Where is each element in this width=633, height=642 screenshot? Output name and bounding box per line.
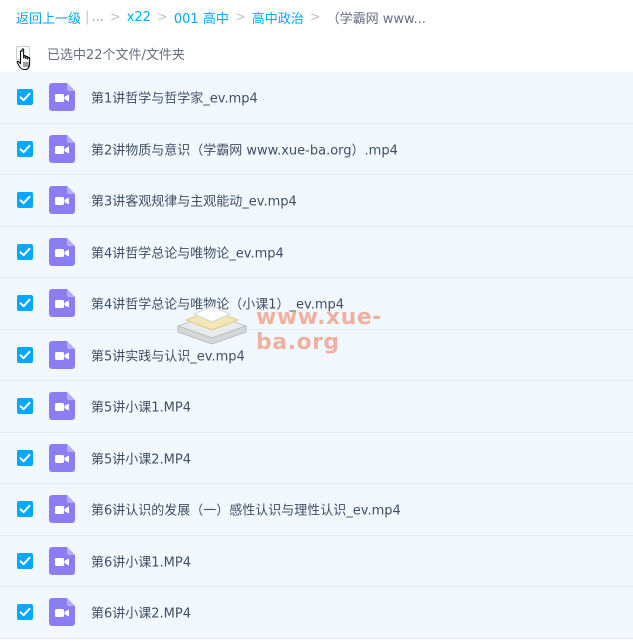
file-name[interactable]: 第3讲客观规律与主观能动_ev.mp4	[91, 191, 297, 210]
file-row[interactable]: 第4讲哲学总论与唯物论_ev.mp4	[0, 226, 633, 278]
check-icon[interactable]	[17, 501, 33, 518]
breadcrumb-chevron: >	[309, 9, 321, 25]
file-name[interactable]: 第6讲认识的发展（一）感性认识与理性认识_ev.mp4	[91, 500, 401, 519]
file-row[interactable]: 第5讲小课2.MP4	[0, 432, 633, 484]
breadcrumb-chevron: >	[234, 9, 246, 25]
breadcrumb-divider: |	[85, 9, 90, 25]
selection-count-label: 已选中22个文件/文件夹	[47, 48, 185, 63]
check-icon[interactable]	[17, 398, 33, 415]
video-file-icon	[49, 289, 75, 318]
breadcrumb: 返回上一级 | ... > x22 > 001 高中 > 高中政治 > （学霸网…	[0, 0, 633, 34]
video-file-icon	[49, 186, 75, 215]
file-row[interactable]: 第6讲小课2.MP4	[0, 587, 633, 639]
check-icon[interactable]	[17, 243, 33, 260]
file-name[interactable]: 第6讲小课1.MP4	[91, 551, 191, 570]
file-row[interactable]: 第2讲物质与意识（学霸网 www.xue-ba.org）.mp4	[0, 123, 633, 175]
breadcrumb-item-001[interactable]: 001 高中	[174, 8, 229, 27]
breadcrumb-chevron: >	[156, 9, 168, 25]
file-row[interactable]: 第6讲小课1.MP4	[0, 535, 633, 587]
breadcrumb-item-politics[interactable]: 高中政治	[252, 8, 304, 27]
file-row[interactable]: 第4讲哲学总论与唯物论（小课1）_ev.mp4	[0, 278, 633, 330]
file-row[interactable]: 第1讲哲学与哲学家_ev.mp4	[0, 72, 633, 124]
check-icon[interactable]	[17, 346, 33, 363]
file-name[interactable]: 第2讲物质与意识（学霸网 www.xue-ba.org）.mp4	[91, 139, 398, 158]
file-name[interactable]: 第4讲哲学总论与唯物论（小课1）_ev.mp4	[91, 294, 344, 313]
video-file-icon	[49, 340, 75, 369]
video-file-icon	[49, 598, 75, 627]
breadcrumb-item-x22[interactable]: x22	[127, 10, 151, 25]
check-icon[interactable]	[17, 604, 33, 621]
check-icon[interactable]	[17, 140, 33, 157]
video-file-icon	[49, 443, 75, 472]
selection-header: 已选中22个文件/文件夹	[0, 34, 633, 72]
file-row[interactable]: 第6讲认识的发展（一）感性认识与理性认识_ev.mp4	[0, 484, 633, 536]
check-icon[interactable]	[17, 192, 33, 209]
file-name[interactable]: 第5讲小课2.MP4	[91, 448, 191, 467]
video-file-icon	[49, 237, 75, 266]
check-icon[interactable]	[17, 552, 33, 569]
file-name[interactable]: 第6讲小课2.MP4	[91, 603, 191, 622]
file-name[interactable]: 第4讲哲学总论与唯物论_ev.mp4	[91, 242, 284, 261]
file-list: 第1讲哲学与哲学家_ev.mp4 第2讲物质与意识（学霸网 www.xue-ba.…	[0, 72, 633, 639]
video-file-icon	[49, 495, 75, 524]
file-row[interactable]: 第5讲实践与认识_ev.mp4	[0, 329, 633, 381]
file-name[interactable]: 第5讲小课1.MP4	[91, 397, 191, 416]
video-file-icon	[49, 83, 75, 112]
hand-cursor-icon	[16, 48, 31, 71]
file-row[interactable]: 第3讲客观规律与主观能动_ev.mp4	[0, 175, 633, 227]
file-name[interactable]: 第1讲哲学与哲学家_ev.mp4	[91, 88, 258, 107]
breadcrumb-item-current: （学霸网 www...	[326, 11, 426, 27]
back-link[interactable]: 返回上一级	[16, 8, 81, 27]
check-icon[interactable]	[17, 89, 33, 106]
breadcrumb-ellipsis[interactable]: ...	[91, 10, 103, 25]
breadcrumb-chevron: >	[109, 9, 121, 25]
video-file-icon	[49, 546, 75, 575]
file-row[interactable]: 第5讲小课1.MP4	[0, 381, 633, 433]
check-icon[interactable]	[17, 449, 33, 466]
video-file-icon	[49, 134, 75, 163]
video-file-icon	[49, 392, 75, 421]
file-name[interactable]: 第5讲实践与认识_ev.mp4	[91, 345, 245, 364]
check-icon[interactable]	[17, 295, 33, 312]
